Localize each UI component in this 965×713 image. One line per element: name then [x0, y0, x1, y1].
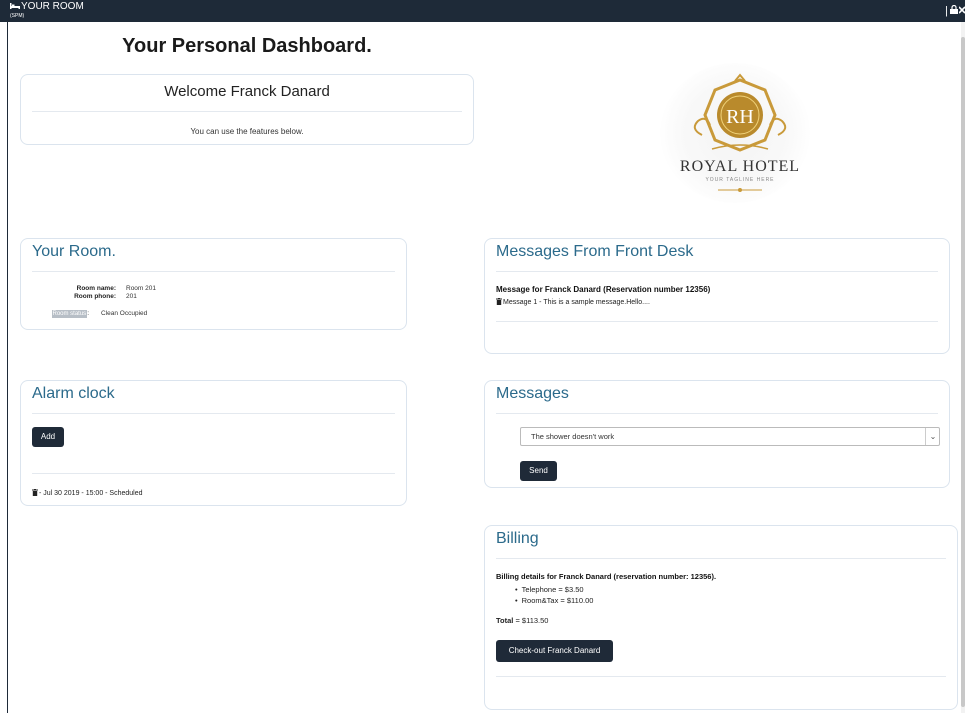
billing-details: Billing details for Franck Danard (reser…: [496, 572, 717, 581]
billing-card-header: Billing: [496, 526, 946, 559]
send-button[interactable]: Send: [520, 461, 557, 481]
front-desk-header: Messages From Front Desk: [496, 239, 938, 272]
logo-monogram: RH: [726, 106, 754, 128]
logo-title: ROYAL HOTEL: [679, 158, 801, 175]
crest-icon: RH: [693, 73, 787, 152]
front-desk-message-text: Message 1 - This is a sample message.Hel…: [503, 299, 650, 306]
room-name-value: Room 201: [126, 285, 156, 292]
checkout-button[interactable]: Check-out Franck Danard: [496, 640, 613, 662]
billing-total-value: = $113.50: [513, 616, 549, 625]
ornament-icon: [718, 188, 762, 192]
billing-items: Telephone = $3.50 Room&Tax = $110.00: [522, 584, 594, 606]
add-alarm-button[interactable]: Add: [32, 427, 64, 447]
message-select[interactable]: The shower doesn't work: [520, 427, 940, 446]
room-phone-value: 201: [126, 293, 137, 300]
welcome-card: Welcome Franck Danard You can use the fe…: [20, 74, 474, 145]
alarm-card-header: Alarm clock: [32, 381, 395, 414]
front-desk-heading: Message for Franck Danard (Reservation n…: [496, 285, 711, 294]
billing-total: Total = $113.50: [496, 616, 548, 625]
billing-card-title: Billing: [496, 530, 539, 547]
lock-icon[interactable]: [950, 4, 958, 14]
room-card-title: Your Room.: [32, 243, 116, 260]
room-phone-label: Room phone:: [74, 293, 116, 300]
logo-tagline: YOUR TAGLINE HERE: [705, 177, 775, 183]
room-status-value: Clean Occupied: [101, 310, 148, 317]
bed-icon: [10, 3, 20, 9]
billing-card: Billing Billing details for Franck Danar…: [484, 525, 958, 710]
divider: [496, 321, 938, 322]
app-name: YOUR ROOM: [21, 1, 84, 12]
divider: [32, 473, 395, 474]
trash-icon[interactable]: [32, 489, 38, 496]
trash-icon[interactable]: [496, 298, 502, 305]
billing-item: Telephone = $3.50: [522, 584, 593, 595]
app-sub: (SPM): [10, 13, 25, 19]
close-icon[interactable]: [958, 5, 965, 14]
alarm-entry[interactable]: - Jul 30 2019 - 15:00 - Scheduled: [32, 488, 143, 497]
room-status-colon: :: [87, 310, 89, 317]
messages-card: Messages The shower doesn't work ⌄ Send: [484, 380, 950, 488]
billing-item: Room&Tax = $110.00: [522, 595, 594, 606]
divider-glyph: |: [945, 5, 948, 17]
room-name-label: Room name:: [76, 285, 116, 292]
alarm-card-title: Alarm clock: [32, 385, 115, 402]
front-desk-message[interactable]: Message 1 - This is a sample message.Hel…: [496, 297, 650, 306]
left-border: [7, 22, 8, 713]
billing-total-label: Total: [496, 616, 514, 625]
alarm-card: Alarm clock Add - Jul 30 2019 - 15:00 - …: [20, 380, 407, 506]
messages-card-title: Messages: [496, 385, 569, 402]
chevron-down-icon[interactable]: ⌄: [925, 428, 940, 445]
top-bar: YOUR ROOM (SPM) |: [0, 0, 965, 22]
welcome-subtitle: You can use the features below.: [190, 127, 304, 136]
divider: [32, 111, 462, 112]
messages-card-header: Messages: [496, 381, 938, 414]
scrollbar[interactable]: [961, 22, 965, 713]
front-desk-title: Messages From Front Desk: [496, 243, 694, 260]
front-desk-card: Messages From Front Desk Message for Fra…: [484, 238, 950, 354]
divider: [496, 676, 946, 677]
app-brand[interactable]: YOUR ROOM (SPM): [10, 1, 84, 19]
room-card-header: Your Room.: [32, 239, 395, 272]
page-title: Your Personal Dashboard.: [122, 35, 372, 57]
topbar-actions: |: [943, 4, 965, 18]
welcome-title: Welcome Franck Danard: [164, 83, 330, 100]
room-info: Room name: Room 201 Room phone: 201 Room s…: [51, 285, 156, 318]
room-card: Your Room. Room name: Room 201 Room phone…: [20, 238, 407, 330]
alarm-entry-text: - Jul 30 2019 - 15:00 - Scheduled: [39, 490, 143, 497]
hotel-logo: RH ROYAL HOTEL YOUR TAGLINE HERE: [650, 63, 830, 208]
room-status-label: Room status: [51, 310, 88, 318]
scrollbar-thumb[interactable]: [961, 37, 965, 707]
